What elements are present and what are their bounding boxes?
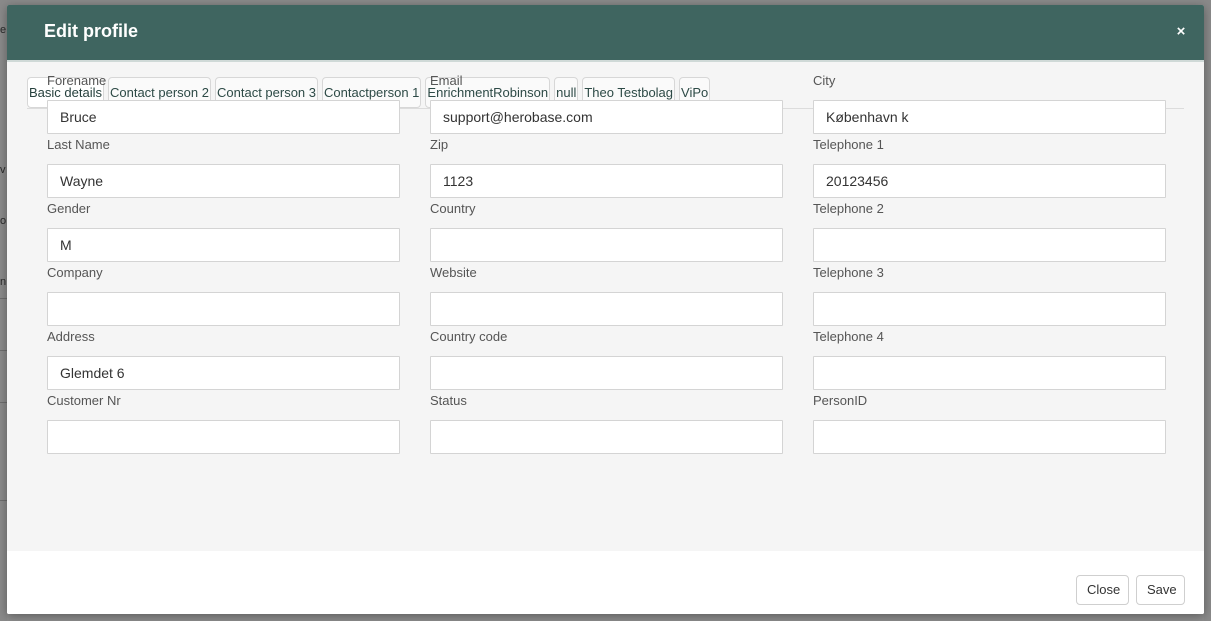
person-id-group: PersonID — [813, 391, 1166, 455]
forename-label: Forename — [47, 73, 107, 88]
zip-group: Zip — [430, 135, 783, 199]
background-text-fragment: n — [0, 276, 7, 288]
country-label: Country — [430, 201, 476, 216]
email-field[interactable] — [430, 100, 783, 134]
email-label: Email — [430, 73, 463, 88]
address-field[interactable] — [47, 356, 400, 390]
country-code-group: Country code — [430, 327, 783, 391]
status-field[interactable] — [430, 420, 783, 454]
country-group: Country — [430, 199, 783, 263]
telephone1-label: Telephone 1 — [813, 137, 884, 152]
email-group: Email — [430, 71, 783, 135]
country-code-label: Country code — [430, 329, 508, 344]
modal-header: Edit profile × — [7, 5, 1204, 62]
background-footer-strip — [7, 614, 1204, 621]
company-label: Company — [47, 265, 103, 280]
telephone4-label: Telephone 4 — [813, 329, 884, 344]
close-icon[interactable]: × — [1172, 23, 1190, 41]
company-group: Company — [47, 263, 400, 327]
address-label: Address — [47, 329, 95, 344]
website-group: Website — [430, 263, 783, 327]
telephone1-field[interactable] — [813, 164, 1166, 198]
forename-field[interactable] — [47, 100, 400, 134]
last-name-label: Last Name — [47, 137, 110, 152]
modal-footer: Close Save — [7, 551, 1204, 614]
telephone1-group: Telephone 1 — [813, 135, 1166, 199]
status-label: Status — [430, 393, 467, 408]
gender-field[interactable] — [47, 228, 400, 262]
gender-label: Gender — [47, 201, 91, 216]
close-button[interactable]: Close — [1076, 575, 1129, 605]
telephone3-label: Telephone 3 — [813, 265, 884, 280]
gender-group: Gender — [47, 199, 400, 263]
modal-title: Edit profile — [44, 21, 138, 41]
telephone4-group: Telephone 4 — [813, 327, 1166, 391]
telephone4-field[interactable] — [813, 356, 1166, 390]
background-divider — [0, 298, 7, 299]
customer-nr-label: Customer Nr — [47, 393, 121, 408]
city-group: City — [813, 71, 1166, 135]
background-divider — [0, 402, 7, 403]
person-id-label: PersonID — [813, 393, 868, 408]
background-divider — [0, 350, 7, 351]
zip-field[interactable] — [430, 164, 783, 198]
save-button[interactable]: Save — [1136, 575, 1185, 605]
country-field[interactable] — [430, 228, 783, 262]
zip-label: Zip — [430, 137, 449, 152]
status-group: Status — [430, 391, 783, 455]
address-group: Address — [47, 327, 400, 391]
telephone2-field[interactable] — [813, 228, 1166, 262]
telephone3-field[interactable] — [813, 292, 1166, 326]
company-field[interactable] — [47, 292, 400, 326]
background-text-fragment: v — [0, 164, 6, 176]
background-text-fragment: o — [0, 215, 7, 227]
last-name-group: Last Name — [47, 135, 400, 199]
forename-group: Forename — [47, 71, 400, 135]
last-name-field[interactable] — [47, 164, 400, 198]
country-code-field[interactable] — [430, 356, 783, 390]
person-id-field[interactable] — [813, 420, 1166, 454]
telephone2-group: Telephone 2 — [813, 199, 1166, 263]
edit-profile-modal: Edit profile × Basic details Contact per… — [7, 5, 1204, 614]
city-field[interactable] — [813, 100, 1166, 134]
background-text-fragment: e — [0, 24, 7, 36]
telephone2-label: Telephone 2 — [813, 201, 884, 216]
website-field[interactable] — [430, 292, 783, 326]
customer-nr-group: Customer Nr — [47, 391, 400, 455]
city-label: City — [813, 73, 836, 88]
website-label: Website — [430, 265, 477, 280]
telephone3-group: Telephone 3 — [813, 263, 1166, 327]
customer-nr-field[interactable] — [47, 420, 400, 454]
background-divider — [0, 500, 7, 501]
profile-form: Forename Email City Last Name Zip Teleph… — [47, 71, 1166, 455]
